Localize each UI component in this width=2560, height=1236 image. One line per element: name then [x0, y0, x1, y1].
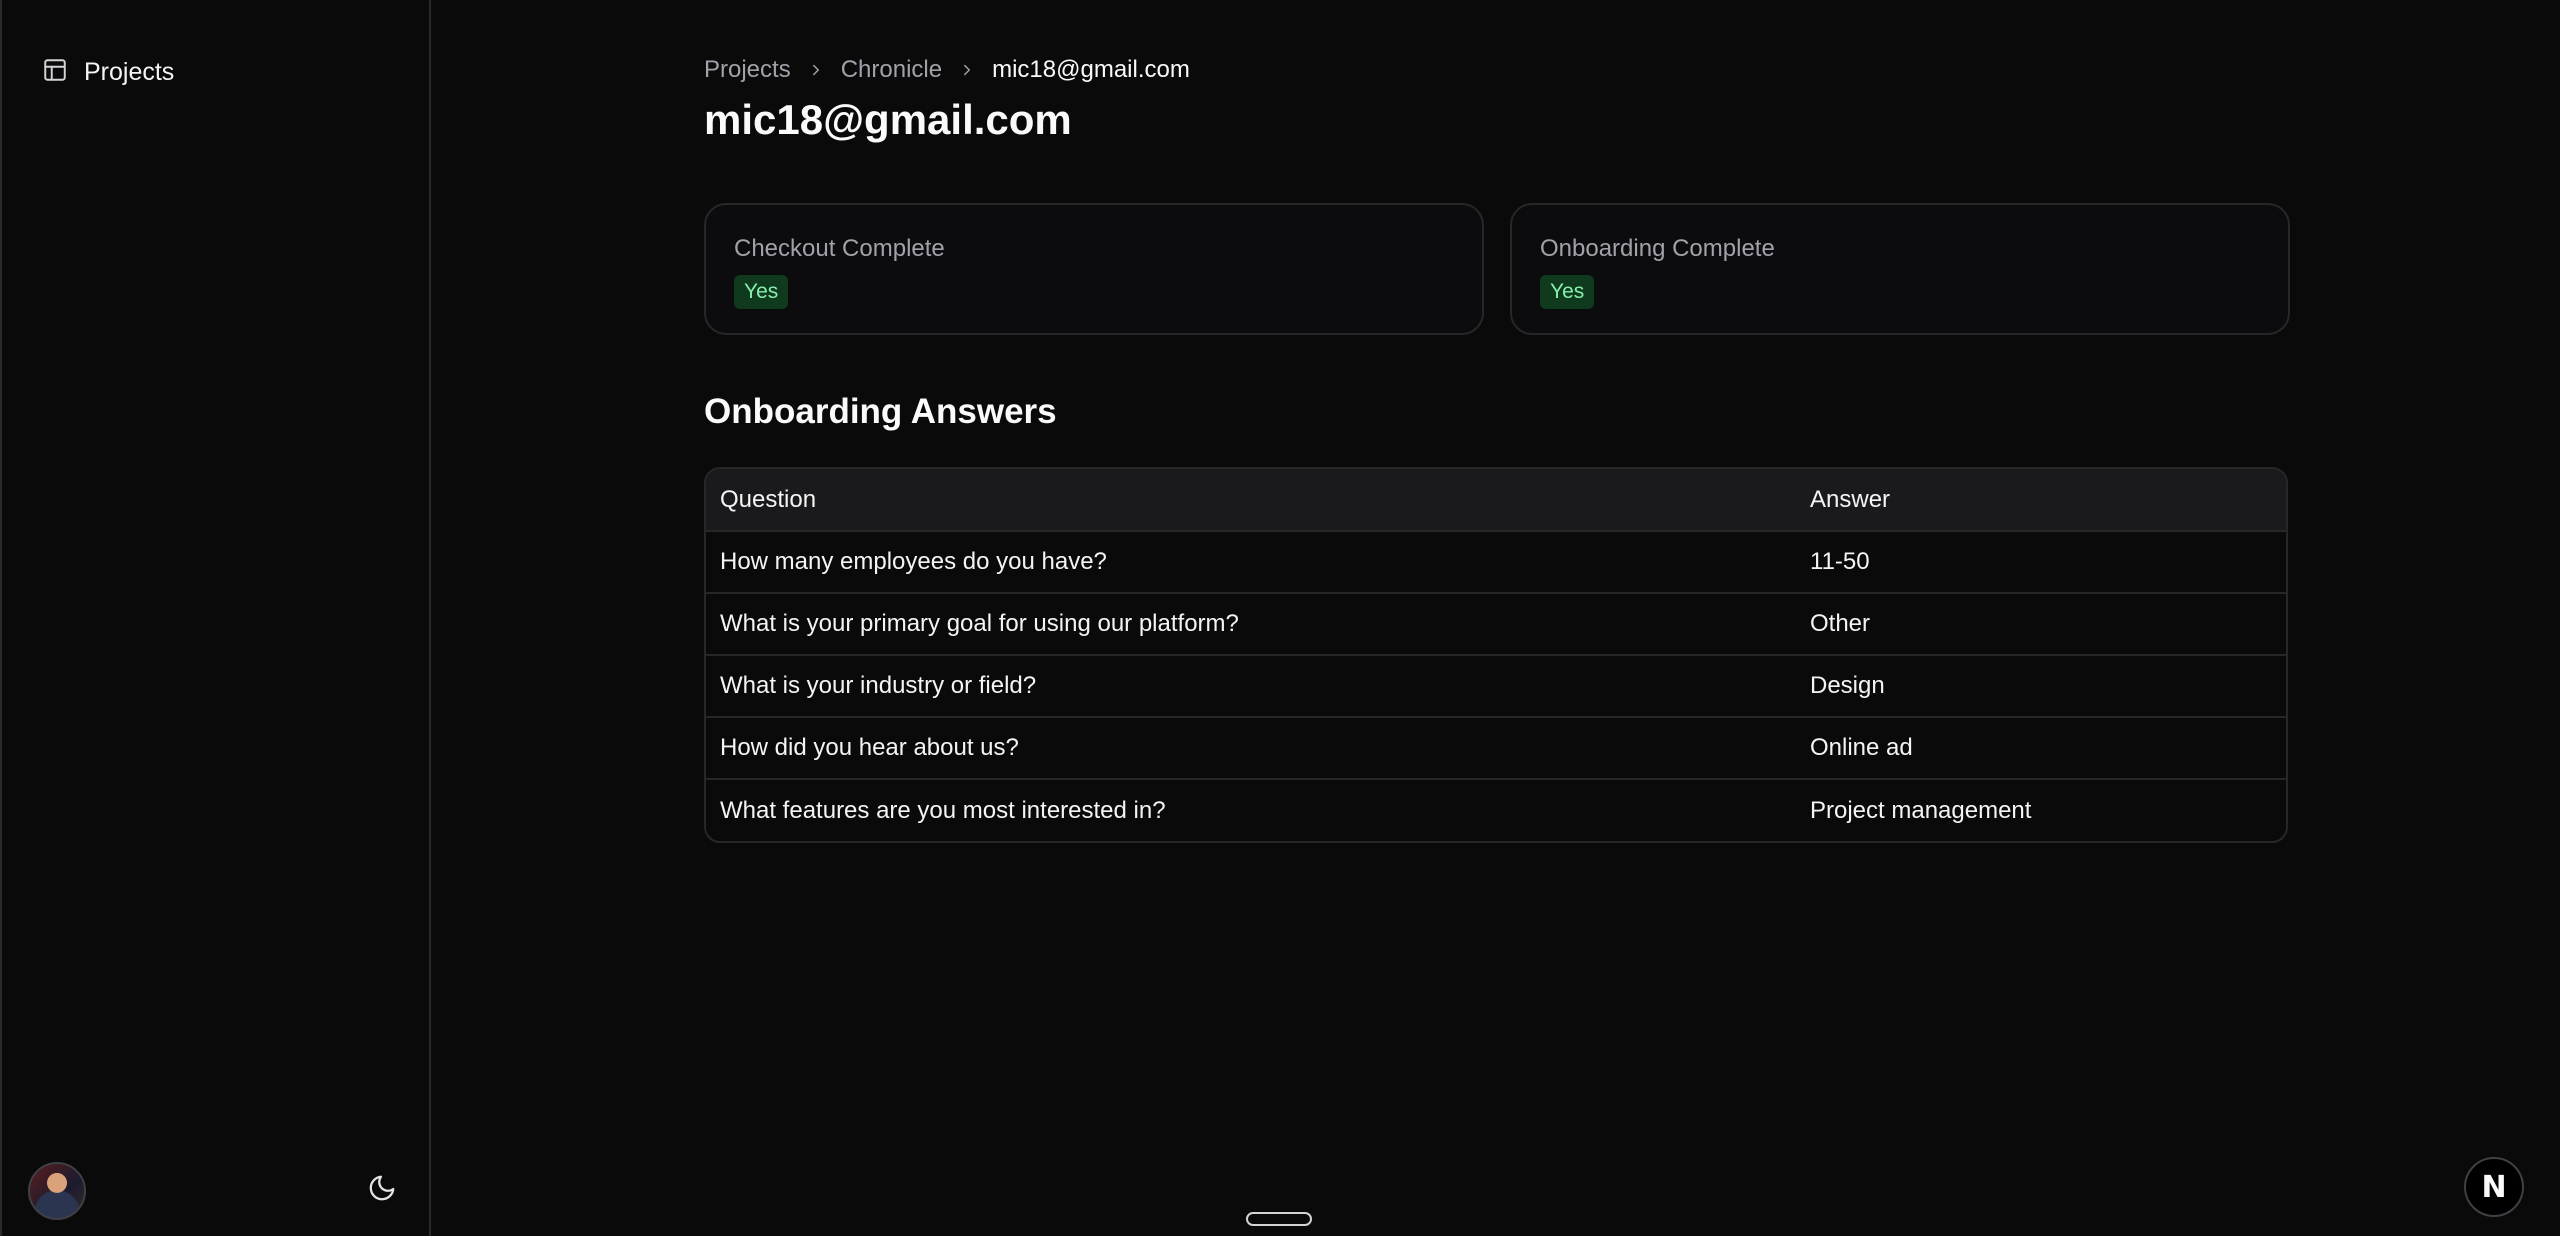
page-title: mic18@gmail.com [704, 96, 1072, 143]
answer-cell: Online ad [1810, 734, 1913, 761]
theme-toggle-button[interactable] [364, 1172, 400, 1208]
layout-panel-icon [42, 57, 68, 88]
table-row: How many employees do you have? 11-50 [706, 531, 2286, 593]
chevron-right-icon [958, 61, 976, 79]
answers-table: Question Answer How many employees do yo… [704, 467, 2288, 843]
answer-cell: Other [1810, 610, 1871, 637]
table-row: What features are you most interested in… [706, 779, 2286, 841]
sidebar: Projects [0, 0, 431, 1236]
question-cell: What is your industry or field? [720, 672, 1037, 699]
onboarding-status-card: Onboarding Complete Yes [1510, 203, 2290, 335]
table-row: How did you hear about us? Online ad [706, 717, 2286, 779]
avatar[interactable] [28, 1162, 86, 1220]
breadcrumb-current: mic18@gmail.com [992, 56, 1190, 83]
app-root: Projects Projects Chronicle mic18@gmail.… [0, 0, 2560, 1236]
breadcrumb: Projects Chronicle mic18@gmail.com [704, 56, 1190, 84]
section-title: Onboarding Answers [704, 392, 1057, 431]
answer-cell: Design [1810, 672, 1885, 699]
breadcrumb-projects[interactable]: Projects [704, 56, 791, 84]
question-cell: How did you hear about us? [720, 734, 1019, 761]
card-label: Onboarding Complete [1540, 235, 1775, 262]
sidebar-item-label: Projects [84, 57, 175, 86]
status-badge: Yes [734, 275, 789, 309]
question-cell: What is your primary goal for using our … [720, 610, 1239, 637]
chevron-right-icon [807, 61, 825, 79]
checkout-status-card: Checkout Complete Yes [704, 203, 1484, 335]
sidebar-item-projects[interactable]: Projects [42, 54, 174, 90]
answer-cell: 11-50 [1810, 548, 1870, 575]
column-header-answer: Answer [1810, 485, 1891, 513]
table-header-row: Question Answer [706, 469, 2286, 531]
next-logo-icon: N [2481, 1169, 2507, 1205]
column-header-question: Question [720, 485, 817, 513]
card-label: Checkout Complete [734, 235, 945, 262]
table-row: What is your primary goal for using our … [706, 593, 2286, 655]
next-logo-button[interactable]: N [2464, 1157, 2524, 1217]
breadcrumb-chronicle[interactable]: Chronicle [841, 56, 942, 84]
bottom-drag-handle[interactable] [1246, 1212, 1312, 1226]
answer-cell: Project management [1810, 796, 2032, 824]
moon-icon [367, 1173, 397, 1208]
question-cell: What features are you most interested in… [720, 796, 1166, 824]
status-badge: Yes [1540, 275, 1595, 309]
table-row: What is your industry or field? Design [706, 655, 2286, 717]
question-cell: How many employees do you have? [720, 548, 1107, 575]
